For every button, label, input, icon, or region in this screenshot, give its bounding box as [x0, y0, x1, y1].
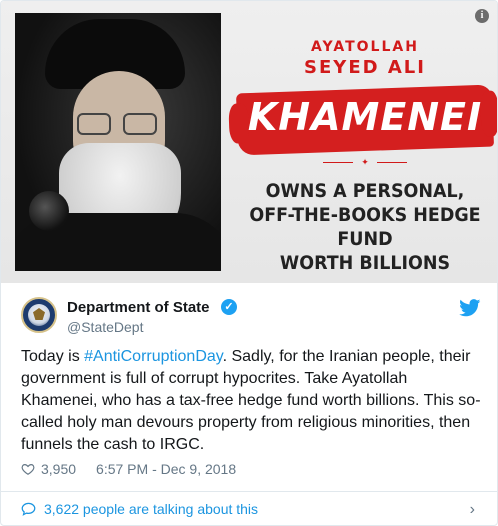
- microphone-icon: [29, 191, 69, 231]
- conversation-count-label[interactable]: 3,622 people are talking about this: [44, 501, 258, 517]
- like-count[interactable]: 3,950: [41, 461, 76, 477]
- banner-caption: OWNS A PERSONAL, OFF-THE-BOOKS HEDGE FUN…: [242, 179, 489, 275]
- verified-badge-icon: ✓: [221, 299, 237, 315]
- divider: [1, 491, 497, 492]
- twitter-bird-icon[interactable]: [459, 299, 481, 317]
- banner-caption-line1: OWNS A PERSONAL,: [265, 180, 465, 202]
- tweet-text-start: Today is: [21, 348, 85, 365]
- banner-title-line1: AYATOLLAH: [311, 39, 419, 55]
- tweet-meta: 3,950 6:57 PM - Dec 9, 2018: [21, 461, 236, 477]
- hashtag-link[interactable]: #AntiCorruptionDay: [84, 348, 222, 365]
- banner-caption-line3: WORTH BILLIONS: [279, 252, 451, 274]
- heart-icon[interactable]: [21, 462, 35, 476]
- tweet-text: Today is #AntiCorruptionDay. Sadly, for …: [21, 346, 483, 456]
- portrait-photo: [15, 13, 221, 271]
- speech-bubble-icon: [21, 502, 36, 516]
- banner-title-line2: SEYED ALI: [304, 57, 426, 78]
- account-handle[interactable]: @StateDept: [67, 319, 143, 335]
- tweet-card: AYATOLLAH SEYED ALI KHAMENEI ✦ OWNS A PE…: [0, 0, 498, 526]
- emblem-icon: ✦: [361, 157, 369, 167]
- conversation-link[interactable]: 3,622 people are talking about this: [21, 501, 258, 517]
- avatar[interactable]: [21, 297, 57, 333]
- account-name[interactable]: Department of State: [67, 299, 210, 316]
- tweet-media-image[interactable]: AYATOLLAH SEYED ALI KHAMENEI ✦ OWNS A PE…: [1, 1, 497, 283]
- chevron-right-icon[interactable]: ›: [470, 501, 475, 519]
- image-banner: AYATOLLAH SEYED ALI KHAMENEI ✦ OWNS A PE…: [231, 31, 497, 274]
- info-icon[interactable]: i: [475, 9, 489, 23]
- banner-caption-line2: OFF-THE-BOOKS HEDGE FUND: [249, 204, 481, 250]
- tweet-timestamp[interactable]: 6:57 PM - Dec 9, 2018: [96, 461, 236, 477]
- banner-name: KHAMENEI: [247, 95, 483, 139]
